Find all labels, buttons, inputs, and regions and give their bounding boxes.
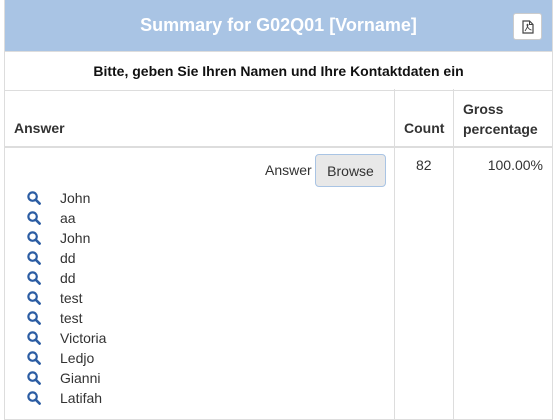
pdf-file-icon [521,19,534,34]
search-icon[interactable] [27,371,41,385]
summary-panel: Summary for G02Q01 [Vorname] Bitte, gebe… [4,0,553,420]
response-text: dd [60,270,76,286]
question-text: Bitte, geben Sie Ihren Namen und Ihre Ko… [5,52,552,91]
response-text: Victoria [60,330,107,346]
answer-gross-percentage: 100.00% [487,157,543,173]
response-item: Latifah [27,388,106,408]
response-item: John [27,228,106,248]
response-item: Victoria [27,328,106,348]
response-list: John aa John dd dd test test Victoria Ledjo Giann… [27,188,106,408]
response-text: aa [60,210,76,226]
response-text: John [60,190,91,206]
answer-count: 82 [416,157,432,173]
response-item: test [27,308,106,328]
response-text: test [60,290,83,306]
column-header-gross-percentage: Gross percentage [463,101,538,137]
summary-title: Summary for G02Q01 [Vorname] [140,15,417,35]
search-icon[interactable] [27,251,41,265]
search-icon[interactable] [27,391,41,405]
search-icon[interactable] [27,291,41,305]
response-text: Latifah [60,390,103,406]
response-text: dd [60,250,76,266]
search-icon[interactable] [27,211,41,225]
header-divider [5,146,552,148]
column-divider [453,89,454,419]
response-item: dd [27,248,106,268]
response-item: Gianni [27,368,106,388]
response-item: John [27,188,106,208]
column-header-count: Count [404,120,445,136]
response-text: Ledjo [60,350,95,366]
summary-header: Summary for G02Q01 [Vorname] [5,0,552,52]
search-icon[interactable] [27,311,41,325]
response-text: test [60,310,83,326]
search-icon[interactable] [27,331,41,345]
response-item: dd [27,268,106,288]
search-icon[interactable] [27,191,41,205]
response-item: aa [27,208,106,228]
search-icon[interactable] [27,351,41,365]
browse-button[interactable]: Browse [315,154,386,187]
response-item: test [27,288,106,308]
export-pdf-button[interactable] [513,13,542,40]
answer-row-label: Answer [265,162,312,178]
search-icon[interactable] [27,231,41,245]
column-header-answer: Answer [14,120,65,136]
response-text: Gianni [60,370,101,386]
search-icon[interactable] [27,271,41,285]
response-text: John [60,230,91,246]
column-divider [394,89,395,419]
response-item: Ledjo [27,348,106,368]
